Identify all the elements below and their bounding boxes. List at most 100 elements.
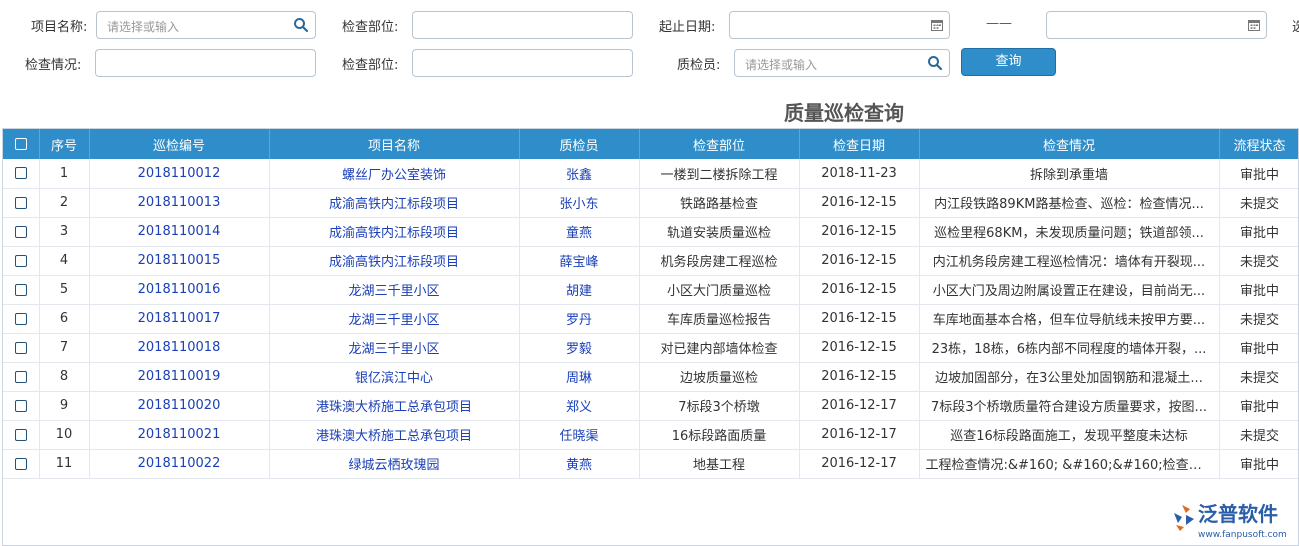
table-row[interactable]: 8 2018110019 银亿滨江中心 周琳 边坡质量巡检 2016-12-15 边坡加固部… [3, 362, 1298, 392]
table-row[interactable]: 6 2018110017 龙湖三千里小区 罗丹 车库质量巡检报告 2016-12-15 车库… [3, 304, 1298, 334]
cell-flow: 审批中 [1219, 333, 1298, 363]
calendar-icon[interactable] [1248, 19, 1260, 31]
cell-inspector[interactable]: 周琳 [519, 362, 640, 392]
query-button[interactable]: 查询 [961, 48, 1056, 76]
cell-part: 一楼到二楼拆除工程 [639, 159, 800, 189]
inspect-part-input-2[interactable] [412, 49, 633, 77]
cell-project[interactable]: 成渝高铁内江标段项目 [269, 217, 520, 247]
cell-project[interactable]: 银亿滨江中心 [269, 362, 520, 392]
end-date-input[interactable] [1046, 11, 1267, 39]
row-checkbox[interactable] [14, 196, 27, 209]
cell-code[interactable]: 2018110020 [89, 391, 270, 421]
inspector-input[interactable]: 请选择或输入 [734, 49, 950, 77]
cell-code[interactable]: 2018110017 [89, 304, 270, 334]
cell-status-text: 边坡加固部分，在3公里处加固钢筋和混凝土... [919, 362, 1220, 392]
table-row[interactable]: 5 2018110016 龙湖三千里小区 胡建 小区大门质量巡检 2016-12-15 小区… [3, 275, 1298, 305]
cell-inspector[interactable]: 罗丹 [519, 304, 640, 334]
cell-project[interactable]: 成渝高铁内江标段项目 [269, 188, 520, 218]
table-row[interactable]: 9 2018110020 港珠澳大桥施工总承包项目 郑义 7标段3个桥墩 2016-12-… [3, 391, 1298, 421]
select-all-checkbox[interactable] [14, 138, 27, 150]
row-select-cell[interactable] [3, 391, 40, 421]
row-select-cell[interactable] [3, 304, 40, 334]
cell-project[interactable]: 龙湖三千里小区 [269, 333, 520, 363]
row-select-cell[interactable] [3, 188, 40, 218]
cell-no: 4 [39, 246, 90, 276]
table-row[interactable]: 11 2018110022 绿城云栖玫瑰园 黄燕 地基工程 2016-12-17 工程检查情… [3, 449, 1298, 479]
inspection-table: 序号 巡检编号 项目名称 质检员 检查部位 检查日期 检查情况 流程状态 1 20… [3, 129, 1298, 479]
project-name-input[interactable]: 请选择或输入 [96, 11, 316, 39]
row-select-cell[interactable] [3, 246, 40, 276]
cell-no: 7 [39, 333, 90, 363]
cell-project[interactable]: 龙湖三千里小区 [269, 304, 520, 334]
row-select-cell[interactable] [3, 275, 40, 305]
cut-off-label: 选 [1292, 20, 1299, 35]
row-select-cell[interactable] [3, 217, 40, 247]
cell-project[interactable]: 绿城云栖玫瑰园 [269, 449, 520, 479]
inspect-status-label: 检查情况: [25, 58, 82, 73]
row-checkbox[interactable] [14, 254, 27, 267]
cell-project[interactable]: 螺丝厂办公室装饰 [269, 159, 520, 189]
cell-part: 轨道安装质量巡检 [639, 217, 800, 247]
cell-code[interactable]: 2018110013 [89, 188, 270, 218]
start-date-input[interactable] [729, 11, 950, 39]
fanpu-logo: 泛普软件 www.fanpusoft.com [1168, 497, 1296, 541]
cell-part: 车库质量巡检报告 [639, 304, 800, 334]
cell-date: 2016-12-17 [799, 449, 920, 479]
row-checkbox[interactable] [14, 457, 27, 470]
row-select-cell[interactable] [3, 420, 40, 450]
table-row[interactable]: 1 2018110012 螺丝厂办公室装饰 张鑫 一楼到二楼拆除工程 2018-11-23… [3, 159, 1298, 189]
cell-inspector[interactable]: 胡建 [519, 275, 640, 305]
inspect-status-input[interactable] [95, 49, 316, 77]
cell-code[interactable]: 2018110019 [89, 362, 270, 392]
table-row[interactable]: 3 2018110014 成渝高铁内江标段项目 童燕 轨道安装质量巡检 2016-12-1… [3, 217, 1298, 247]
cell-code[interactable]: 2018110015 [89, 246, 270, 276]
row-checkbox[interactable] [14, 399, 27, 412]
cell-inspector[interactable]: 罗毅 [519, 333, 640, 363]
row-checkbox[interactable] [14, 341, 27, 354]
date-separator: —— [986, 16, 1012, 31]
cell-flow: 未提交 [1219, 246, 1298, 276]
cell-code[interactable]: 2018110021 [89, 420, 270, 450]
row-select-cell[interactable] [3, 449, 40, 479]
cell-inspector[interactable]: 黄燕 [519, 449, 640, 479]
table-row[interactable]: 2 2018110013 成渝高铁内江标段项目 张小东 铁路路基检查 2016-12-15… [3, 188, 1298, 218]
cell-project[interactable]: 港珠澳大桥施工总承包项目 [269, 420, 520, 450]
table-row[interactable]: 7 2018110018 龙湖三千里小区 罗毅 对已建内部墙体检查 2016-12-15 2… [3, 333, 1298, 363]
calendar-icon[interactable] [931, 19, 943, 31]
cell-inspector[interactable]: 张鑫 [519, 159, 640, 189]
search-icon[interactable] [927, 55, 943, 71]
table-row[interactable]: 10 2018110021 港珠澳大桥施工总承包项目 任晓渠 16标段路面质量 2016-… [3, 420, 1298, 450]
inspect-part-input-1[interactable] [412, 11, 633, 39]
select-all-cell[interactable] [3, 129, 40, 159]
row-select-cell[interactable] [3, 362, 40, 392]
cell-inspector[interactable]: 童燕 [519, 217, 640, 247]
row-select-cell[interactable] [3, 333, 40, 363]
cell-status-text: 内江段铁路89KM路基检查、巡检：检查情况... [919, 188, 1220, 218]
row-checkbox[interactable] [14, 225, 27, 238]
cell-inspector[interactable]: 郑义 [519, 391, 640, 421]
row-checkbox[interactable] [14, 312, 27, 325]
cell-part: 边坡质量巡检 [639, 362, 800, 392]
cell-inspector[interactable]: 薛宝峰 [519, 246, 640, 276]
inspect-part-label-2: 检查部位: [342, 58, 399, 73]
inspector-label: 质检员: [677, 58, 721, 73]
cell-code[interactable]: 2018110012 [89, 159, 270, 189]
cell-project[interactable]: 港珠澳大桥施工总承包项目 [269, 391, 520, 421]
cell-part: 对已建内部墙体检查 [639, 333, 800, 363]
cell-code[interactable]: 2018110014 [89, 217, 270, 247]
cell-code[interactable]: 2018110016 [89, 275, 270, 305]
row-select-cell[interactable] [3, 159, 40, 189]
cell-project[interactable]: 成渝高铁内江标段项目 [269, 246, 520, 276]
row-checkbox[interactable] [14, 283, 27, 296]
row-checkbox[interactable] [14, 167, 27, 180]
cell-flow: 未提交 [1219, 188, 1298, 218]
search-icon[interactable] [293, 17, 309, 33]
cell-project[interactable]: 龙湖三千里小区 [269, 275, 520, 305]
cell-code[interactable]: 2018110022 [89, 449, 270, 479]
cell-code[interactable]: 2018110018 [89, 333, 270, 363]
table-row[interactable]: 4 2018110015 成渝高铁内江标段项目 薛宝峰 机务段房建工程巡检 2016-12… [3, 246, 1298, 276]
row-checkbox[interactable] [14, 370, 27, 383]
cell-inspector[interactable]: 张小东 [519, 188, 640, 218]
row-checkbox[interactable] [14, 428, 27, 441]
cell-inspector[interactable]: 任晓渠 [519, 420, 640, 450]
